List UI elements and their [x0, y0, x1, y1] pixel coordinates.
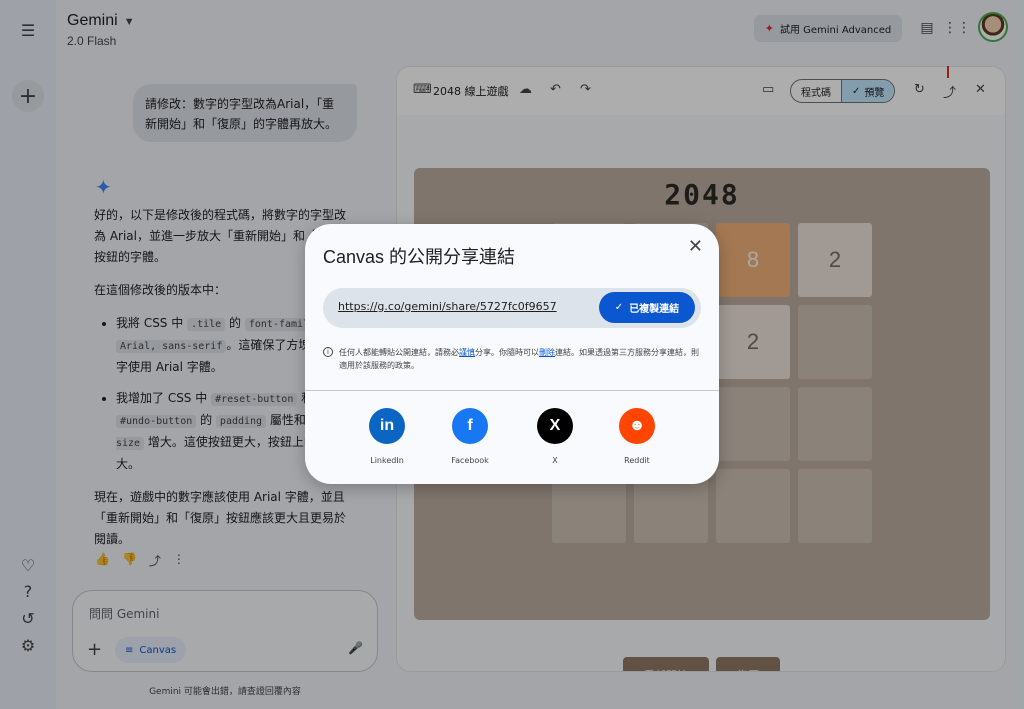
- text: 任何人都能轉貼公開連結，請務必: [339, 348, 459, 357]
- share-label: Reddit: [624, 456, 650, 465]
- share-linkedin-button[interactable]: in LinkedIn: [357, 408, 417, 465]
- linkedin-icon: in: [369, 408, 405, 444]
- copy-link-label: 已複製連結: [629, 304, 680, 315]
- careful-link[interactable]: 謹慎: [459, 348, 475, 357]
- share-label: LinkedIn: [370, 456, 404, 465]
- facebook-icon: f: [452, 408, 488, 444]
- reddit-icon: ☻: [619, 408, 655, 444]
- share-link-row: https://g.co/gemini/share/5727fc0f9657 ✓…: [323, 288, 701, 328]
- divider: [305, 390, 719, 391]
- close-icon[interactable]: ✕: [688, 236, 703, 257]
- share-info: i 任何人都能轉貼公開連結，請務必謹慎分享。你隨時可以刪除連結。如果透過第三方服…: [323, 346, 703, 372]
- share-info-text: 任何人都能轉貼公開連結，請務必謹慎分享。你隨時可以刪除連結。如果透過第三方服務分…: [339, 346, 703, 372]
- info-icon: i: [323, 347, 333, 357]
- share-dialog: Canvas 的公開分享連結 ✕ https://g.co/gemini/sha…: [305, 224, 719, 484]
- copy-link-button[interactable]: ✓ 已複製連結: [599, 292, 695, 323]
- text: 分享。你隨時可以: [475, 348, 539, 357]
- share-label: Facebook: [451, 456, 489, 465]
- share-facebook-button[interactable]: f Facebook: [440, 408, 500, 465]
- share-x-button[interactable]: XX: [525, 408, 585, 465]
- check-icon: ✓: [614, 302, 624, 313]
- share-label: X: [552, 456, 558, 465]
- share-reddit-button[interactable]: ☻ Reddit: [607, 408, 667, 465]
- x-icon: X: [537, 408, 573, 444]
- dialog-title: Canvas 的公開分享連結: [323, 247, 516, 267]
- share-link[interactable]: https://g.co/gemini/share/5727fc0f9657: [338, 300, 557, 313]
- delete-link[interactable]: 刪除: [539, 348, 555, 357]
